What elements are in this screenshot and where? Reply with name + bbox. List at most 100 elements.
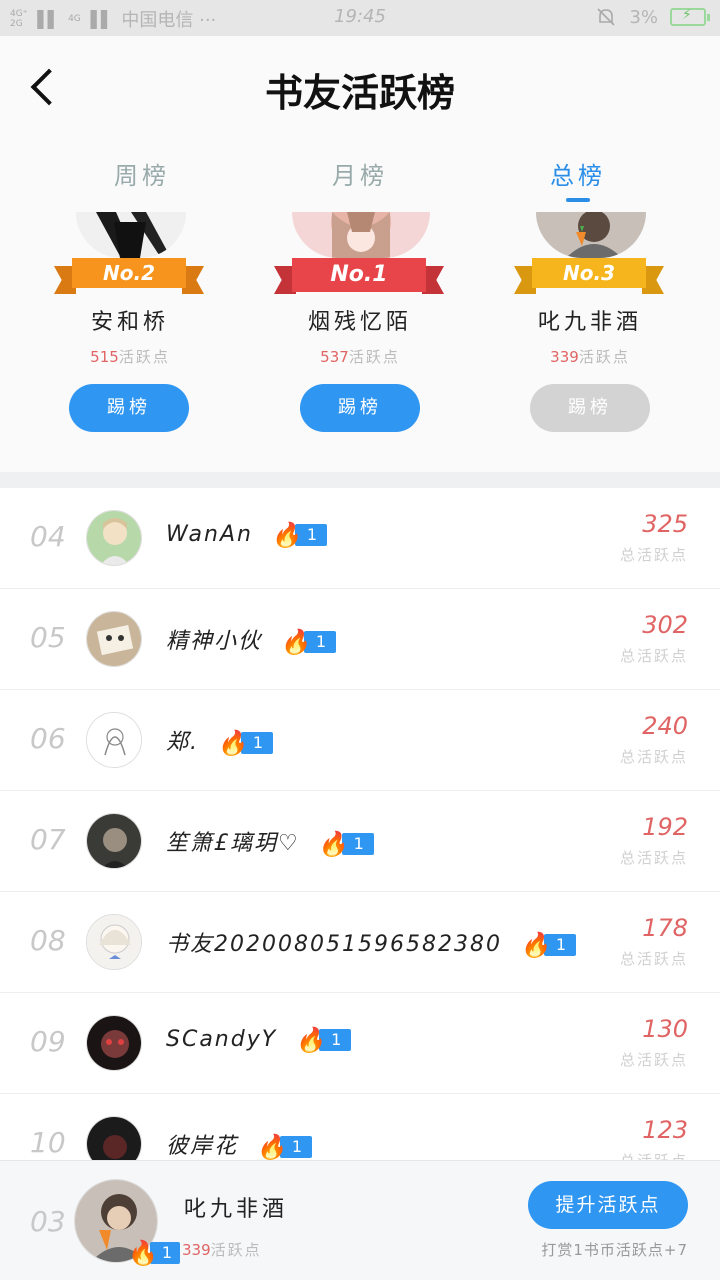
podium-name: 安和桥 bbox=[90, 310, 169, 335]
user-name-text: 彼岸花 bbox=[166, 1134, 239, 1159]
user-name-text: 书友202008051596582380 bbox=[166, 932, 502, 957]
avatar-image bbox=[87, 713, 141, 767]
podium: No.2 安和桥 515活跃点 踢榜 No.1 烟残忆陌 537活跃点 踢榜 N… bbox=[0, 212, 720, 472]
user-name: 笙箫£璃玥♡ 🔥 1 bbox=[166, 825, 374, 857]
avatar-image bbox=[87, 1117, 141, 1160]
rank-badge: No.2 bbox=[72, 258, 186, 288]
user-name-text: 郑. bbox=[166, 730, 199, 755]
kick-button[interactable]: 踢榜 bbox=[69, 384, 189, 432]
points-value: 339 bbox=[182, 1241, 211, 1259]
list-item[interactable]: 10 彼岸花 🔥1 123 总活跃点 bbox=[0, 1094, 720, 1160]
score-value: 178 bbox=[642, 914, 688, 942]
tab-weekly[interactable]: 周榜 bbox=[72, 156, 212, 191]
list-item[interactable]: 08 书友202008051596582380 🔥 1 178 总活跃点 bbox=[0, 892, 720, 993]
podium-points: 515活跃点 bbox=[30, 346, 230, 367]
score-value: 302 bbox=[642, 611, 688, 639]
score-label: 总活跃点 bbox=[619, 849, 688, 867]
user-name: 精神小伙 🔥 1 bbox=[166, 623, 337, 656]
level-badge: 🔥 1 bbox=[318, 832, 374, 856]
boost-activity-button[interactable]: 提升活跃点 bbox=[528, 1181, 688, 1229]
avatar[interactable] bbox=[86, 510, 142, 566]
level-badge: 🔥 1 bbox=[295, 1028, 352, 1052]
list-item[interactable]: 04 WanAn 🔥 1 325 总活跃点 bbox=[0, 488, 720, 589]
avatar[interactable] bbox=[76, 212, 186, 258]
avatar[interactable] bbox=[86, 712, 142, 768]
kick-button[interactable]: 踢榜 bbox=[300, 384, 420, 432]
podium-name: 烟残忆陌 bbox=[307, 310, 412, 335]
avatar[interactable] bbox=[86, 611, 142, 667]
score-value: 240 bbox=[642, 712, 688, 740]
avatar[interactable] bbox=[86, 914, 142, 970]
tab-total[interactable]: 总榜 bbox=[508, 156, 648, 202]
list-item[interactable]: 09 SCandyY 🔥 1 130 总活跃点 bbox=[0, 993, 720, 1094]
rank-badge: No.3 bbox=[532, 258, 646, 288]
avatar-image bbox=[292, 212, 430, 258]
avatar-image bbox=[536, 212, 646, 258]
kick-button[interactable]: 踢榜 bbox=[530, 384, 650, 432]
page-title: 书友活跃榜 bbox=[264, 70, 455, 115]
list-item[interactable]: 07 笙箫£璃玥♡ 🔥 1 192 总活跃点 bbox=[0, 791, 720, 892]
avatar[interactable] bbox=[86, 1116, 142, 1160]
level-badge: 🔥 1 bbox=[128, 1241, 181, 1265]
points-value: 537 bbox=[320, 348, 349, 366]
status-bar: 4G⁺ 2G ▌▌ 4G ▌▌ 中国电信 ··· 19:45 3% ⚡ bbox=[0, 0, 720, 36]
points-value: 515 bbox=[90, 348, 119, 366]
avatar-image bbox=[87, 915, 141, 969]
score-label: 总活跃点 bbox=[619, 546, 688, 564]
tab-monthly[interactable]: 月榜 bbox=[290, 156, 430, 191]
flame-icon: 🔥 bbox=[280, 628, 312, 656]
score-label: 总活跃点 bbox=[619, 1051, 688, 1069]
charging-icon: ⚡ bbox=[682, 7, 692, 23]
list-item[interactable]: 05 精神小伙 🔥 1 302 总活跃点 bbox=[0, 589, 720, 690]
user-name: SCandyY 🔥 1 bbox=[166, 1027, 352, 1052]
user-name-text: 精神小伙 bbox=[166, 629, 263, 654]
flame-icon: 🔥 bbox=[270, 521, 303, 549]
avatar-image bbox=[76, 212, 186, 258]
rank-number: 07 bbox=[30, 823, 66, 856]
silent-bell-icon bbox=[597, 8, 616, 26]
points-label: 活跃点 bbox=[348, 348, 400, 366]
flame-icon: 🔥 bbox=[317, 830, 350, 858]
ranking-list[interactable]: 04 WanAn 🔥 1 325 总活跃点 05 精神小伙 🔥 1 302 总活跃点 0… bbox=[0, 488, 720, 1160]
flame-icon: 🔥 bbox=[519, 931, 552, 959]
my-name: 叱九非酒 bbox=[184, 1197, 289, 1222]
score-label: 总活跃点 bbox=[619, 748, 688, 766]
section-divider bbox=[0, 472, 720, 488]
level-badge: 🔥 1 bbox=[256, 1133, 313, 1160]
user-name: 彼岸花 🔥 1 bbox=[166, 1128, 313, 1160]
score-value: 325 bbox=[642, 510, 688, 538]
score-value: 130 bbox=[642, 1015, 688, 1043]
level-badge: 🔥 1 bbox=[280, 628, 337, 656]
avatar[interactable] bbox=[86, 813, 142, 869]
user-name-text: SCandyY bbox=[166, 1027, 278, 1052]
avatar-image bbox=[87, 612, 141, 666]
user-name: WanAn 🔥 1 bbox=[166, 521, 328, 549]
score-value: 192 bbox=[642, 813, 688, 841]
podium-points: 537活跃点 bbox=[260, 346, 460, 367]
level-badge: 🔥 1 bbox=[270, 521, 328, 549]
rank-number: 06 bbox=[30, 722, 66, 755]
status-right: 3% ⚡ bbox=[595, 6, 710, 28]
score-value: 123 bbox=[642, 1116, 688, 1144]
user-name: 书友202008051596582380 🔥 1 bbox=[166, 926, 577, 959]
battery-icon: ⚡ bbox=[670, 7, 710, 26]
score-label: 总活跃点 bbox=[620, 1150, 688, 1160]
rank-number: 10 bbox=[30, 1126, 66, 1159]
avatar-image bbox=[87, 511, 141, 565]
user-name-text: 笙箫£璃玥♡ bbox=[166, 831, 300, 856]
rank-badge: No.1 bbox=[292, 258, 426, 292]
flame-icon: 🔥 bbox=[256, 1133, 288, 1160]
my-ranking-bar: 03 🔥 1 叱九非酒 339活跃点 提升活跃点 打赏1书币活跃点+7 bbox=[0, 1160, 720, 1280]
score-label: 总活跃点 bbox=[619, 647, 688, 665]
header: 书友活跃榜 bbox=[0, 36, 720, 136]
list-item[interactable]: 06 郑. 🔥 1 240 总活跃点 bbox=[0, 690, 720, 791]
level-badge: 🔥 1 bbox=[519, 931, 577, 959]
user-name-text: WanAn bbox=[166, 522, 253, 547]
avatar[interactable] bbox=[536, 212, 646, 258]
avatar[interactable] bbox=[86, 1015, 142, 1071]
avatar[interactable] bbox=[292, 212, 430, 258]
points-value: 339 bbox=[550, 348, 579, 366]
flame-icon: 🔥 bbox=[217, 729, 249, 757]
rank-ribbon: No.2 bbox=[54, 258, 204, 294]
points-label: 活跃点 bbox=[210, 1241, 262, 1259]
